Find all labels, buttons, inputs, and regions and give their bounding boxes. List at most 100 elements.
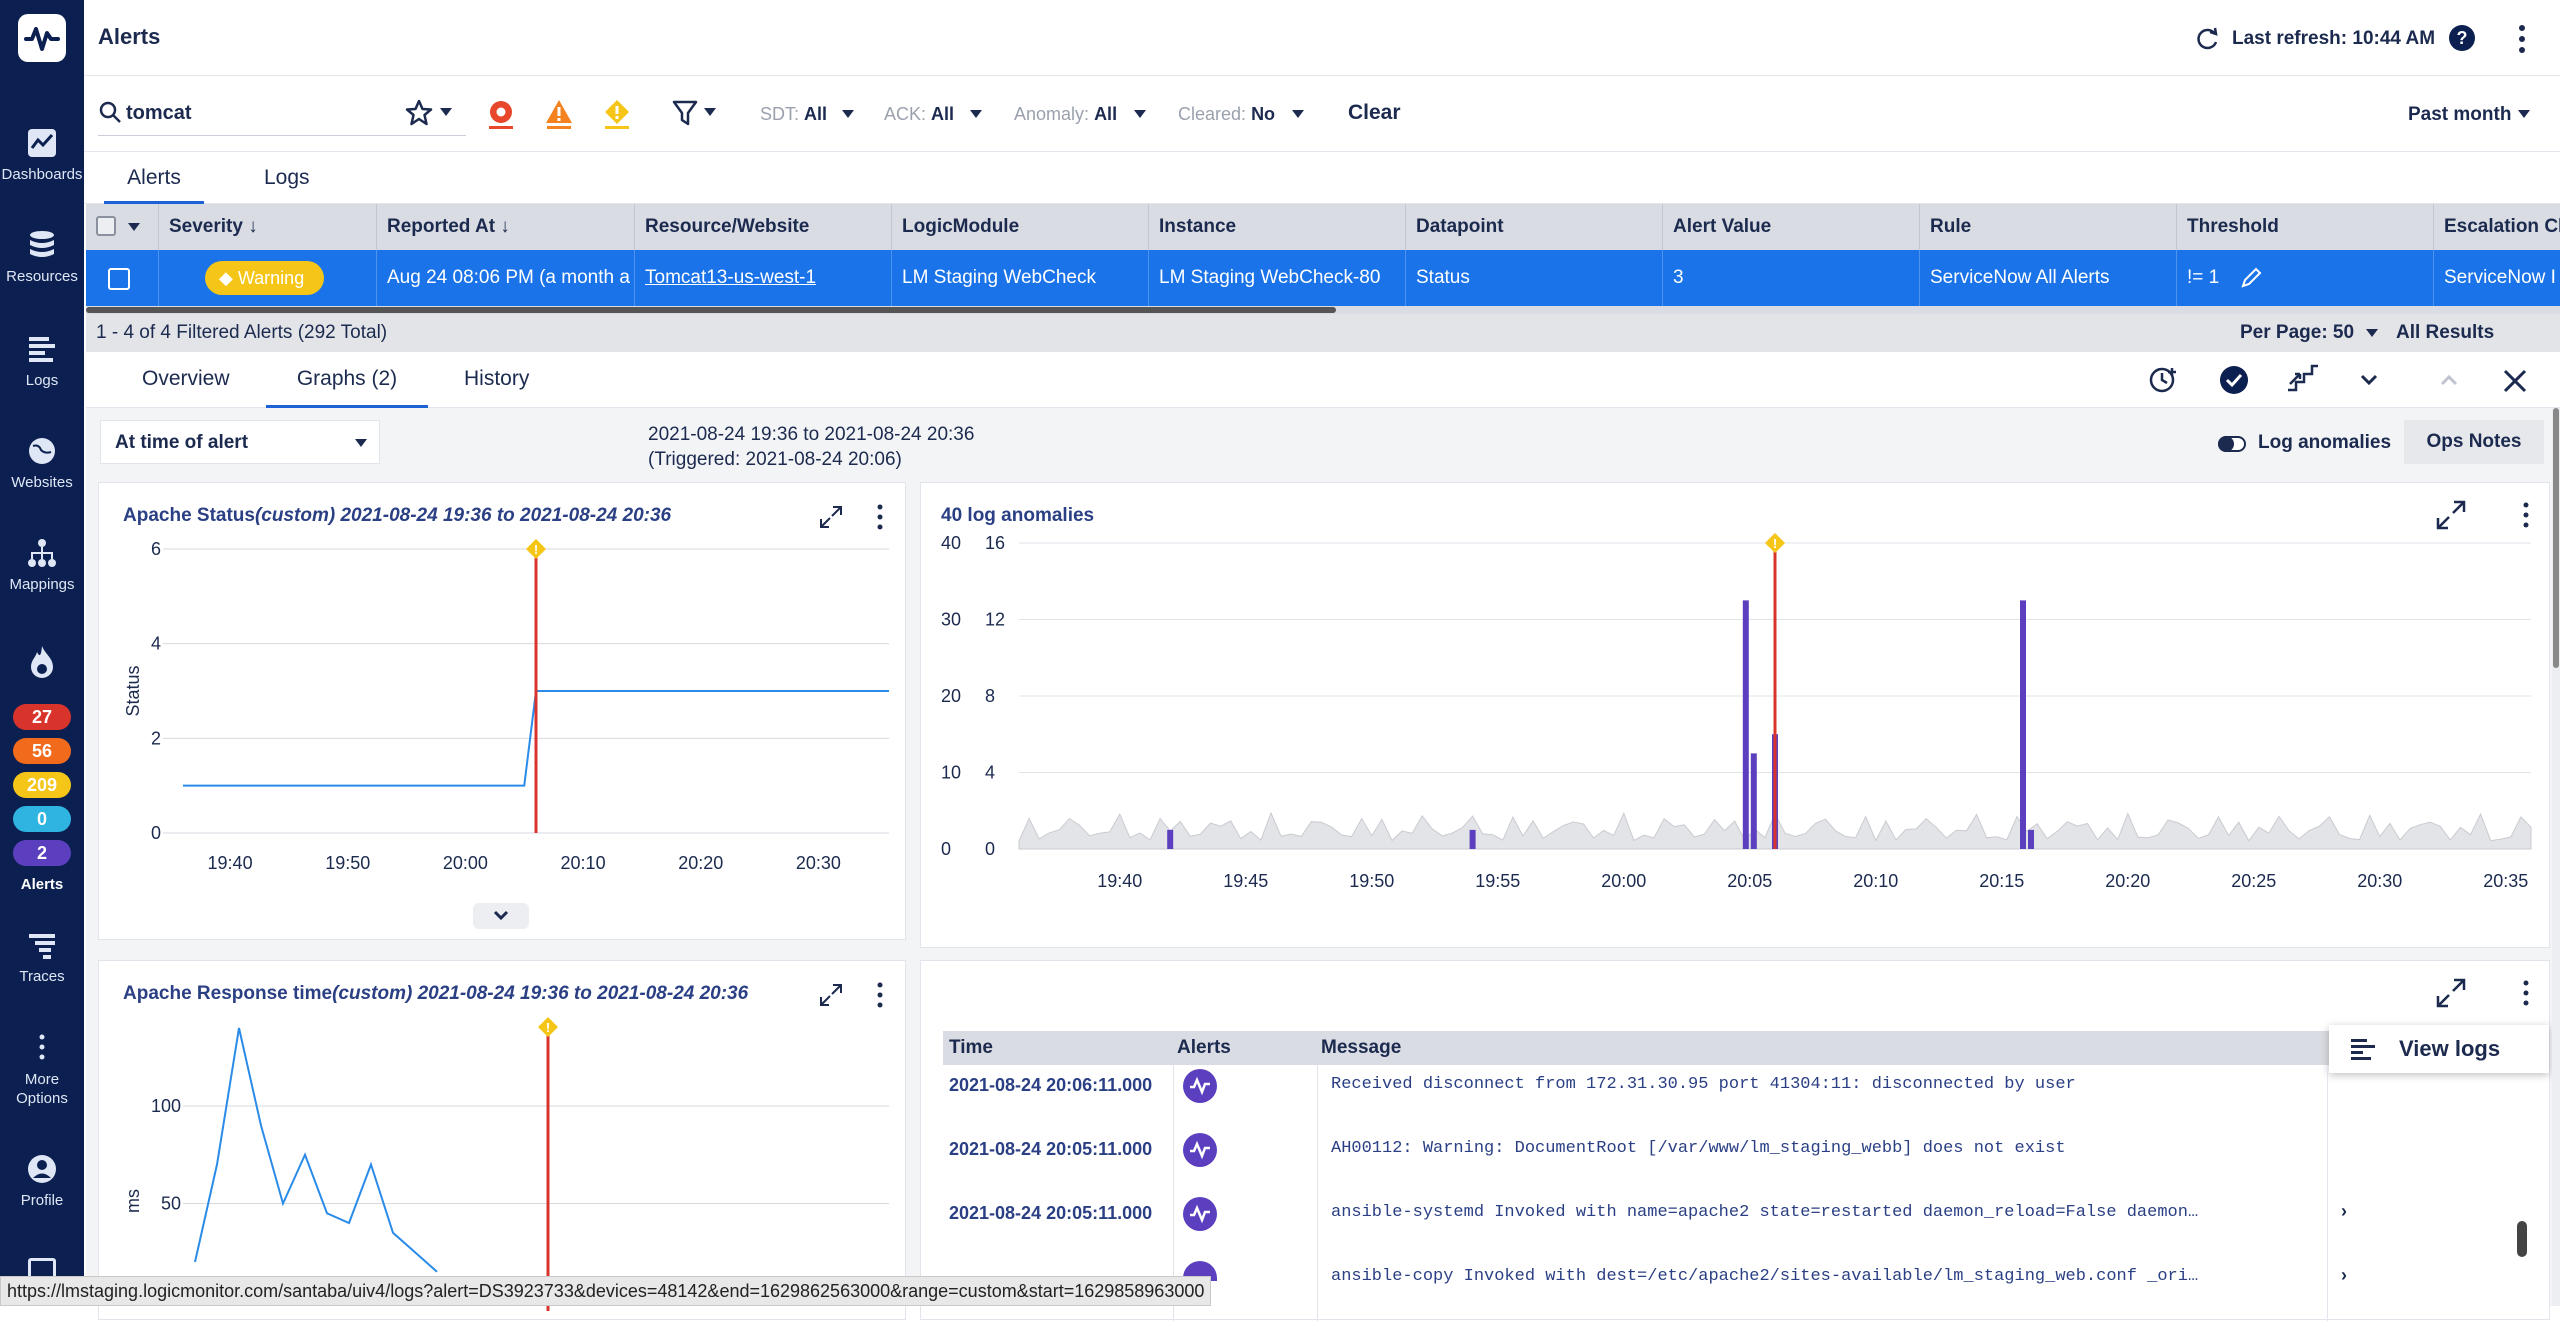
chevron-down-icon[interactable] [704,108,716,116]
log-row[interactable]: 2021-08-24 20:05:11.000 ansible-systemd … [921,1197,2347,1261]
anomaly-icon[interactable] [1183,1069,1217,1103]
refresh-icon[interactable] [2194,26,2220,52]
chevron-up-icon[interactable] [2440,374,2458,386]
ops-notes-button[interactable]: Ops Notes [2404,420,2544,464]
chevron-right-icon[interactable]: › [2341,1201,2347,1222]
nav-alerts[interactable]: Alerts [0,876,84,893]
warning-count-badge[interactable]: 209 [13,772,71,798]
col-escalation[interactable]: Escalation Ch [2433,204,2560,250]
nav-traces[interactable]: Traces [0,928,84,985]
tab-overview[interactable]: Overview [142,352,230,408]
kebab-menu-icon[interactable] [2516,24,2528,54]
nav-more-options[interactable]: More Options [0,1030,84,1108]
sdt-value: All [804,104,828,124]
col-instance[interactable]: Instance [1148,204,1405,250]
col-threshold[interactable]: Threshold [2176,204,2433,250]
logicmonitor-logo-icon[interactable] [18,14,66,62]
nav-dashboards[interactable]: Dashboards [0,126,84,183]
kebab-menu-icon[interactable] [2521,501,2531,529]
sdt-filter[interactable]: SDT: All [760,104,827,125]
nav-websites[interactable]: Websites [0,434,84,491]
select-all-checkbox[interactable] [96,216,116,236]
chevron-right-icon[interactable]: › [2341,1265,2347,1286]
nav-resources[interactable]: Resources [0,228,84,285]
ack-filter[interactable]: ACK: All [884,104,954,125]
error-filter-icon[interactable] [544,98,574,130]
chevron-down-icon[interactable] [128,223,140,231]
schedule-sdt-icon[interactable] [2148,364,2180,396]
tab-alerts[interactable]: Alerts [104,152,204,204]
col-time[interactable]: Time [949,1031,993,1065]
time-select-dropdown[interactable]: At time of alert [100,420,380,464]
expand-icon[interactable] [2435,499,2467,531]
col-resource[interactable]: Resource/Website [634,204,891,250]
time-range-select[interactable]: Past month [2408,104,2511,126]
col-alert-value[interactable]: Alert Value [1662,204,1919,250]
log-anomalies-toggle[interactable] [2218,436,2246,452]
critical-filter-icon[interactable] [486,98,516,130]
chevron-down-icon[interactable] [2518,110,2530,118]
log-anomalies-graph: 40 log anomalies 0 0 10 4 20 8 30 12 40 16 19:40 19… [920,482,2550,948]
kebab-menu-icon[interactable] [2521,979,2531,1007]
vertical-scrollbar[interactable] [2517,1221,2527,1257]
nav-logs[interactable]: Logs [0,332,84,389]
tab-graphs[interactable]: Graphs (2) [266,352,428,408]
chevron-down-icon[interactable] [970,110,982,118]
tab-history[interactable]: History [464,352,529,408]
anomaly-icon[interactable] [1183,1197,1217,1231]
col-datapoint[interactable]: Datapoint [1405,204,1662,250]
expand-icon[interactable] [819,505,843,529]
chevron-down-icon[interactable] [440,108,452,116]
critical-count-badge[interactable]: 27 [13,704,71,730]
cleared-filter[interactable]: Cleared: No [1178,104,1275,125]
view-logs-button[interactable]: View logs [2329,1025,2549,1073]
sdt-label: SDT: [760,104,800,124]
col-alerts[interactable]: Alerts [1177,1031,1231,1065]
chevron-down-icon[interactable] [2360,374,2378,386]
per-page-select[interactable]: Per Page: 50 [2240,314,2354,352]
kebab-menu-icon[interactable] [875,981,885,1009]
error-count-badge[interactable]: 56 [13,738,71,764]
kebab-menu-icon[interactable] [875,503,885,531]
page-scrollbar[interactable] [2552,408,2560,1306]
expand-icon[interactable] [2435,977,2467,1009]
star-icon[interactable] [404,98,434,128]
escalate-steps-icon[interactable] [2286,362,2320,394]
severity-cell: ◆ Warning [158,250,376,306]
collapse-graph-button[interactable] [473,903,529,929]
nav-mappings[interactable]: Mappings [0,536,84,593]
help-icon[interactable]: ? [2449,25,2475,51]
chevron-down-icon[interactable] [1292,110,1304,118]
scrollbar-thumb[interactable] [86,307,1336,313]
horizontal-scrollbar[interactable] [86,306,2560,314]
log-message: ansible-copy Invoked with dest=/etc/apac… [1331,1267,2199,1286]
col-severity[interactable]: Severity ↓ [158,204,376,250]
warning-filter-icon[interactable] [602,98,632,130]
y-tick-label: 4 [151,634,161,654]
chevron-down-icon[interactable] [842,110,854,118]
close-icon[interactable] [2502,368,2528,394]
log-row[interactable]: 2021-08-24 20:05:11.000 AH00112: Warning… [921,1133,2211,1197]
info-count-badge[interactable]: 0 [13,806,71,832]
col-reported-at[interactable]: Reported At ↓ [376,204,634,250]
resource-link[interactable]: Tomcat13-us-west-1 [634,250,891,306]
col-message[interactable]: Message [1321,1031,1401,1065]
nav-profile[interactable]: Profile [0,1152,84,1209]
col-rule[interactable]: Rule [1919,204,2176,250]
tab-logs[interactable]: Logs [264,152,310,204]
table-row[interactable]: ◆ Warning Aug 24 08:06 PM (a month a Tom… [86,250,2560,306]
acknowledge-icon[interactable] [2218,364,2250,396]
anomaly-count-badge[interactable]: 2 [13,840,71,866]
row-checkbox[interactable] [108,268,130,290]
anomaly-filter[interactable]: Anomaly: All [1014,104,1117,125]
clear-button[interactable]: Clear [1348,101,1401,125]
chevron-down-icon[interactable] [2366,329,2378,337]
anomaly-icon[interactable] [1183,1133,1217,1167]
search-input[interactable]: tomcat [126,102,192,125]
expand-icon[interactable] [819,983,843,1007]
col-logicmodule[interactable]: LogicModule [891,204,1148,250]
chevron-down-icon[interactable] [1134,110,1146,118]
log-row[interactable]: 2021-08-24 20:06:11.000 Received disconn… [921,1069,2211,1133]
filter-funnel-icon[interactable] [672,98,698,128]
pencil-edit-icon[interactable] [2239,266,2263,290]
